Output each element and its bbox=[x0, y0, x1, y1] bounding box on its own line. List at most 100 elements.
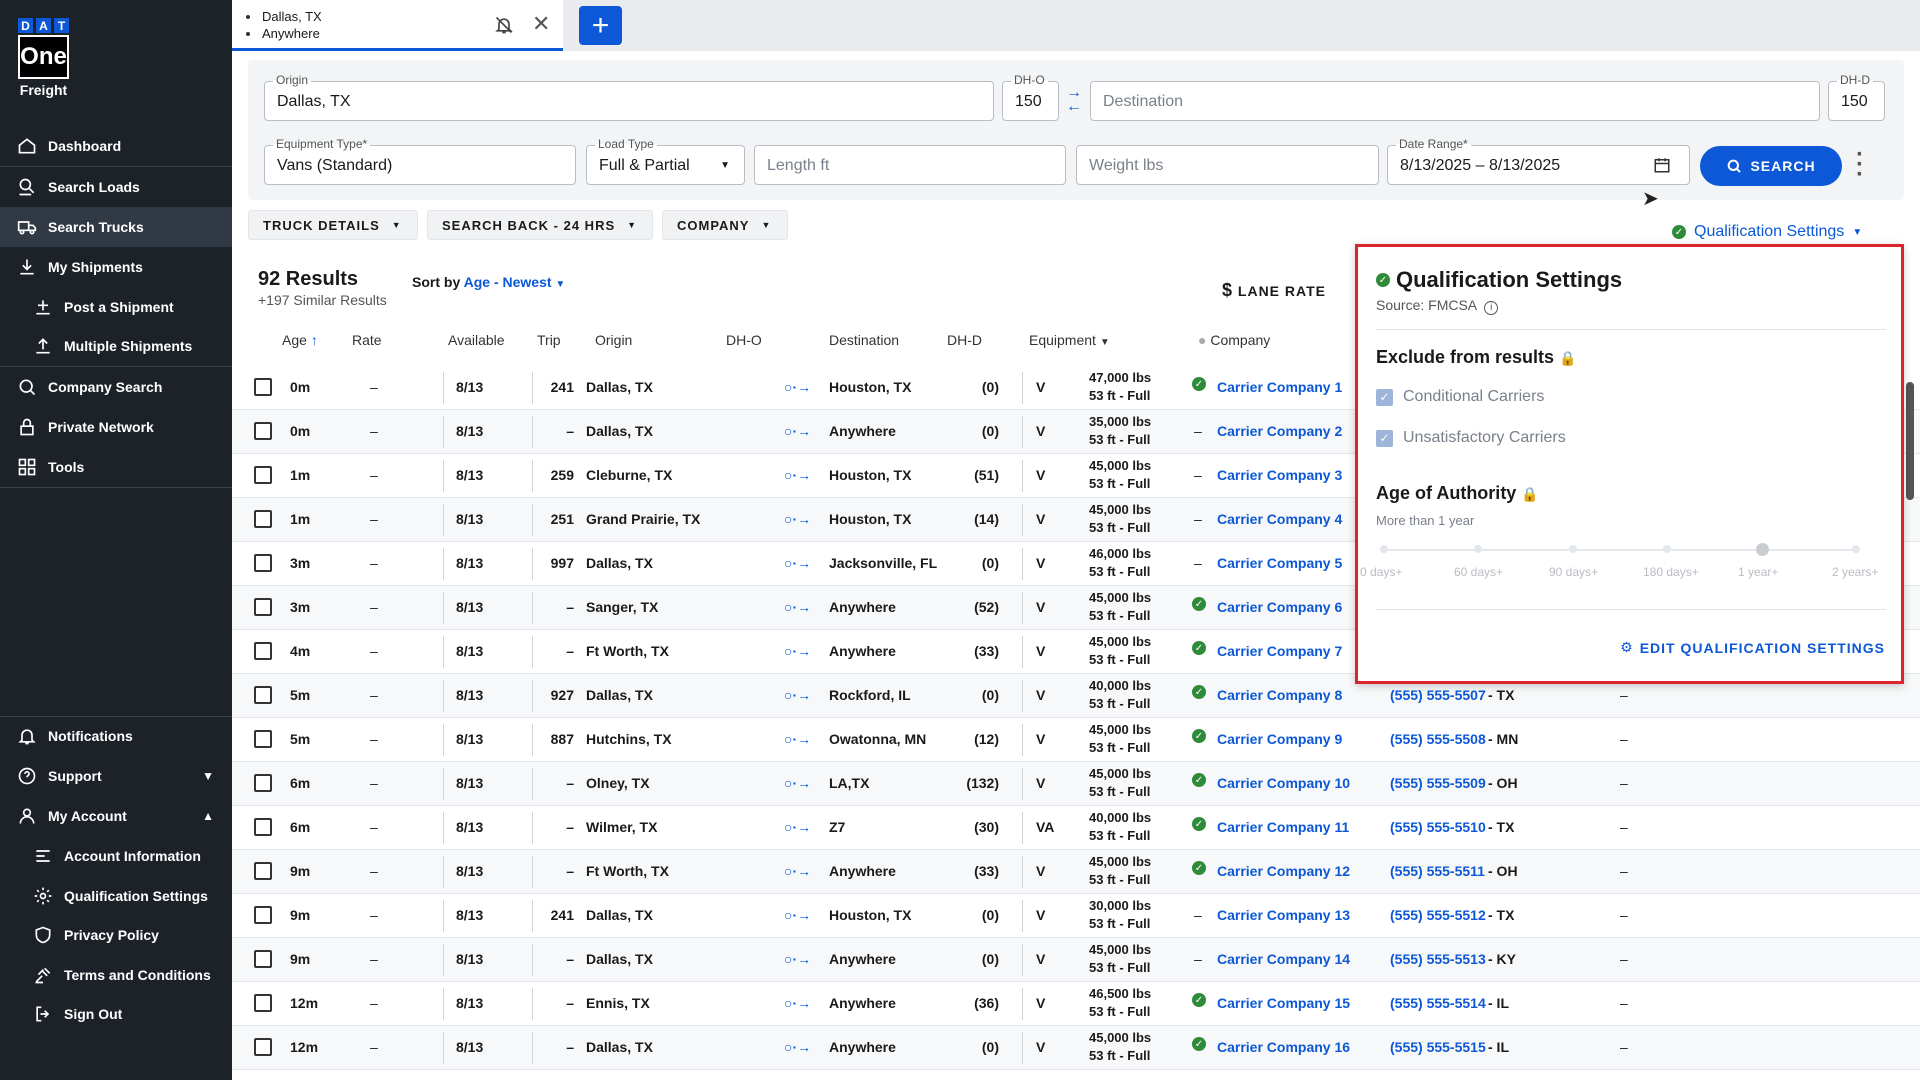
cell-company-link[interactable]: Carrier Company 15 bbox=[1217, 995, 1350, 1011]
route-arrow-icon[interactable]: ○·→ bbox=[784, 599, 811, 615]
route-arrow-icon[interactable]: ○·→ bbox=[784, 731, 811, 747]
origin-field[interactable]: Origin Dallas, TX bbox=[264, 73, 994, 121]
cell-company-link[interactable]: Carrier Company 6 bbox=[1217, 599, 1342, 615]
cell-phone-link[interactable]: (555) 555-5511 bbox=[1390, 863, 1485, 879]
length-field[interactable]: Length ft bbox=[754, 145, 1066, 185]
route-arrow-icon[interactable]: ○·→ bbox=[784, 995, 811, 1011]
sidebar-item-notifications[interactable]: Notifications bbox=[0, 716, 232, 756]
slider-tick[interactable] bbox=[1569, 545, 1577, 553]
sidebar-item-search-trucks[interactable]: Search Trucks bbox=[0, 207, 232, 247]
sidebar-item-tools[interactable]: Tools bbox=[0, 447, 232, 487]
cell-company-link[interactable]: Carrier Company 4 bbox=[1217, 511, 1342, 527]
cell-phone-link[interactable]: (555) 555-5513 bbox=[1390, 951, 1486, 967]
dat-one-freight-logo[interactable]: D A T One Freight bbox=[18, 18, 78, 98]
sidebar-item-account-information[interactable]: Account Information bbox=[0, 836, 232, 876]
table-row[interactable]: 6m –8/13– Olney, TX (132) ○·→ LA,TX V 45,000 lb… bbox=[232, 762, 1920, 806]
sidebar-item-sign-out[interactable]: Sign Out bbox=[0, 994, 232, 1034]
row-checkbox[interactable] bbox=[254, 378, 272, 396]
search-back-filter[interactable]: SEARCH BACK - 24 HRS ▼ bbox=[427, 210, 653, 240]
search-button[interactable]: SEARCH bbox=[1700, 146, 1842, 186]
bell-off-icon[interactable] bbox=[494, 15, 514, 35]
route-arrow-icon[interactable]: ○·→ bbox=[784, 379, 811, 395]
table-row[interactable]: 12m –8/13– Dallas, TX (0) ○·→ Anywhere V 45,000… bbox=[232, 1026, 1920, 1070]
similar-results-link[interactable]: +197 Similar Results bbox=[258, 292, 387, 308]
sidebar-item-dashboard[interactable]: Dashboard bbox=[0, 126, 232, 166]
sidebar-item-qualification-settings[interactable]: Qualification Settings bbox=[0, 876, 232, 916]
destination-field[interactable]: Destination bbox=[1090, 81, 1820, 121]
column-destination[interactable]: Destination bbox=[829, 332, 899, 348]
row-checkbox[interactable] bbox=[254, 422, 272, 440]
row-checkbox[interactable] bbox=[254, 686, 272, 704]
close-icon[interactable]: ✕ bbox=[532, 11, 550, 37]
date-range-field[interactable]: Date Range* 8/13/2025 – 8/13/2025 bbox=[1387, 137, 1690, 185]
sidebar-item-my-account[interactable]: My Account ▲ bbox=[0, 796, 232, 836]
company-filter[interactable]: COMPANY ▼ bbox=[662, 210, 788, 240]
lane-rate-button[interactable]: $ LANE RATE bbox=[1222, 280, 1326, 301]
column-dh-o[interactable]: DH-O bbox=[726, 332, 762, 348]
row-checkbox[interactable] bbox=[254, 862, 272, 880]
sidebar-item-post-shipment[interactable]: Post a Shipment bbox=[0, 287, 232, 327]
table-row[interactable]: 9m –8/13– Ft Worth, TX (33) ○·→ Anywhere V 45,0… bbox=[232, 850, 1920, 894]
row-checkbox[interactable] bbox=[254, 554, 272, 572]
slider-tick[interactable] bbox=[1474, 545, 1482, 553]
route-arrow-icon[interactable]: ○·→ bbox=[784, 555, 811, 571]
slider-tick[interactable] bbox=[1380, 545, 1388, 553]
row-checkbox[interactable] bbox=[254, 642, 272, 660]
cell-phone-link[interactable]: (555) 555-5515 bbox=[1390, 1039, 1486, 1055]
calendar-icon[interactable] bbox=[1653, 156, 1671, 174]
dh-o-field[interactable]: DH-O 150 bbox=[1002, 73, 1059, 121]
edit-qualification-settings-button[interactable]: ⚙ EDIT QUALIFICATION SETTINGS bbox=[1620, 639, 1885, 656]
cell-phone-link[interactable]: (555) 555-5510 bbox=[1390, 819, 1486, 835]
cell-company-link[interactable]: Carrier Company 2 bbox=[1217, 423, 1342, 439]
weight-field[interactable]: Weight lbs bbox=[1076, 145, 1379, 185]
table-row[interactable]: 6m –8/13– Wilmer, TX (30) ○·→ Z7 VA 40,000 lbs 5… bbox=[232, 806, 1920, 850]
cell-phone-link[interactable]: (555) 555-5508 bbox=[1390, 731, 1486, 747]
conditional-carriers-checkbox[interactable]: ✓ Conditional Carriers bbox=[1376, 388, 1544, 406]
cell-company-link[interactable]: Carrier Company 10 bbox=[1217, 775, 1350, 791]
add-search-tab-button[interactable]: + bbox=[579, 6, 622, 45]
tab-search-dallas[interactable]: Dallas, TX Anywhere ✕ bbox=[232, 0, 563, 51]
cell-company-link[interactable]: Carrier Company 5 bbox=[1217, 555, 1342, 571]
swap-icon[interactable]: → ← bbox=[1066, 85, 1082, 115]
route-arrow-icon[interactable]: ○·→ bbox=[784, 687, 811, 703]
sidebar-item-my-shipments[interactable]: My Shipments bbox=[0, 247, 232, 287]
column-age[interactable]: Age ↑ bbox=[282, 332, 318, 348]
sort-by-control[interactable]: Sort by Age - Newest ▼ bbox=[412, 274, 565, 290]
load-type-select[interactable]: Load Type Full & Partial ▼ bbox=[586, 137, 745, 185]
age-of-authority-slider[interactable] bbox=[1380, 543, 1860, 556]
cell-company-link[interactable]: Carrier Company 14 bbox=[1217, 951, 1350, 967]
info-icon[interactable]: i bbox=[1484, 301, 1499, 315]
column-available[interactable]: Available bbox=[448, 332, 505, 348]
row-checkbox[interactable] bbox=[254, 950, 272, 968]
row-checkbox[interactable] bbox=[254, 510, 272, 528]
row-checkbox[interactable] bbox=[254, 906, 272, 924]
row-checkbox[interactable] bbox=[254, 598, 272, 616]
route-arrow-icon[interactable]: ○·→ bbox=[784, 907, 811, 923]
row-checkbox[interactable] bbox=[254, 730, 272, 748]
scrollbar[interactable] bbox=[1906, 382, 1914, 500]
table-row[interactable]: 9m – 8/13 241 Dallas, TX (0) ○·→ Houston, TX V 30… bbox=[232, 894, 1920, 938]
row-checkbox[interactable] bbox=[254, 774, 272, 792]
column-equipment[interactable]: Equipment ▼ bbox=[1029, 332, 1110, 348]
qualification-settings-toggle[interactable]: ✓ Qualification Settings ▼ bbox=[1672, 222, 1862, 242]
cell-company-link[interactable]: Carrier Company 12 bbox=[1217, 863, 1350, 879]
equipment-type-field[interactable]: Equipment Type* Vans (Standard) bbox=[264, 137, 576, 185]
sidebar-item-private-network[interactable]: Private Network bbox=[0, 407, 232, 447]
row-checkbox[interactable] bbox=[254, 818, 272, 836]
table-row[interactable]: 12m –8/13– Ennis, TX (36) ○·→ Anywhere V 46,500… bbox=[232, 982, 1920, 1026]
column-company[interactable]: ● Company bbox=[1198, 332, 1270, 348]
cell-company-link[interactable]: Carrier Company 3 bbox=[1217, 467, 1342, 483]
column-origin[interactable]: Origin bbox=[595, 332, 632, 348]
unsatisfactory-carriers-checkbox[interactable]: ✓ Unsatisfactory Carriers bbox=[1376, 429, 1566, 447]
cell-phone-link[interactable]: (555) 555-5512 bbox=[1390, 907, 1486, 923]
route-arrow-icon[interactable]: ○·→ bbox=[784, 511, 811, 527]
route-arrow-icon[interactable]: ○·→ bbox=[784, 951, 811, 967]
cell-phone-link[interactable]: (555) 555-5514 bbox=[1390, 995, 1486, 1011]
cell-company-link[interactable]: Carrier Company 7 bbox=[1217, 643, 1342, 659]
cell-company-link[interactable]: Carrier Company 13 bbox=[1217, 907, 1350, 923]
column-trip[interactable]: Trip bbox=[537, 332, 561, 348]
slider-tick[interactable] bbox=[1663, 545, 1671, 553]
route-arrow-icon[interactable]: ○·→ bbox=[784, 423, 811, 439]
more-options-icon[interactable]: · · · bbox=[1856, 143, 1864, 187]
route-arrow-icon[interactable]: ○·→ bbox=[784, 863, 811, 879]
